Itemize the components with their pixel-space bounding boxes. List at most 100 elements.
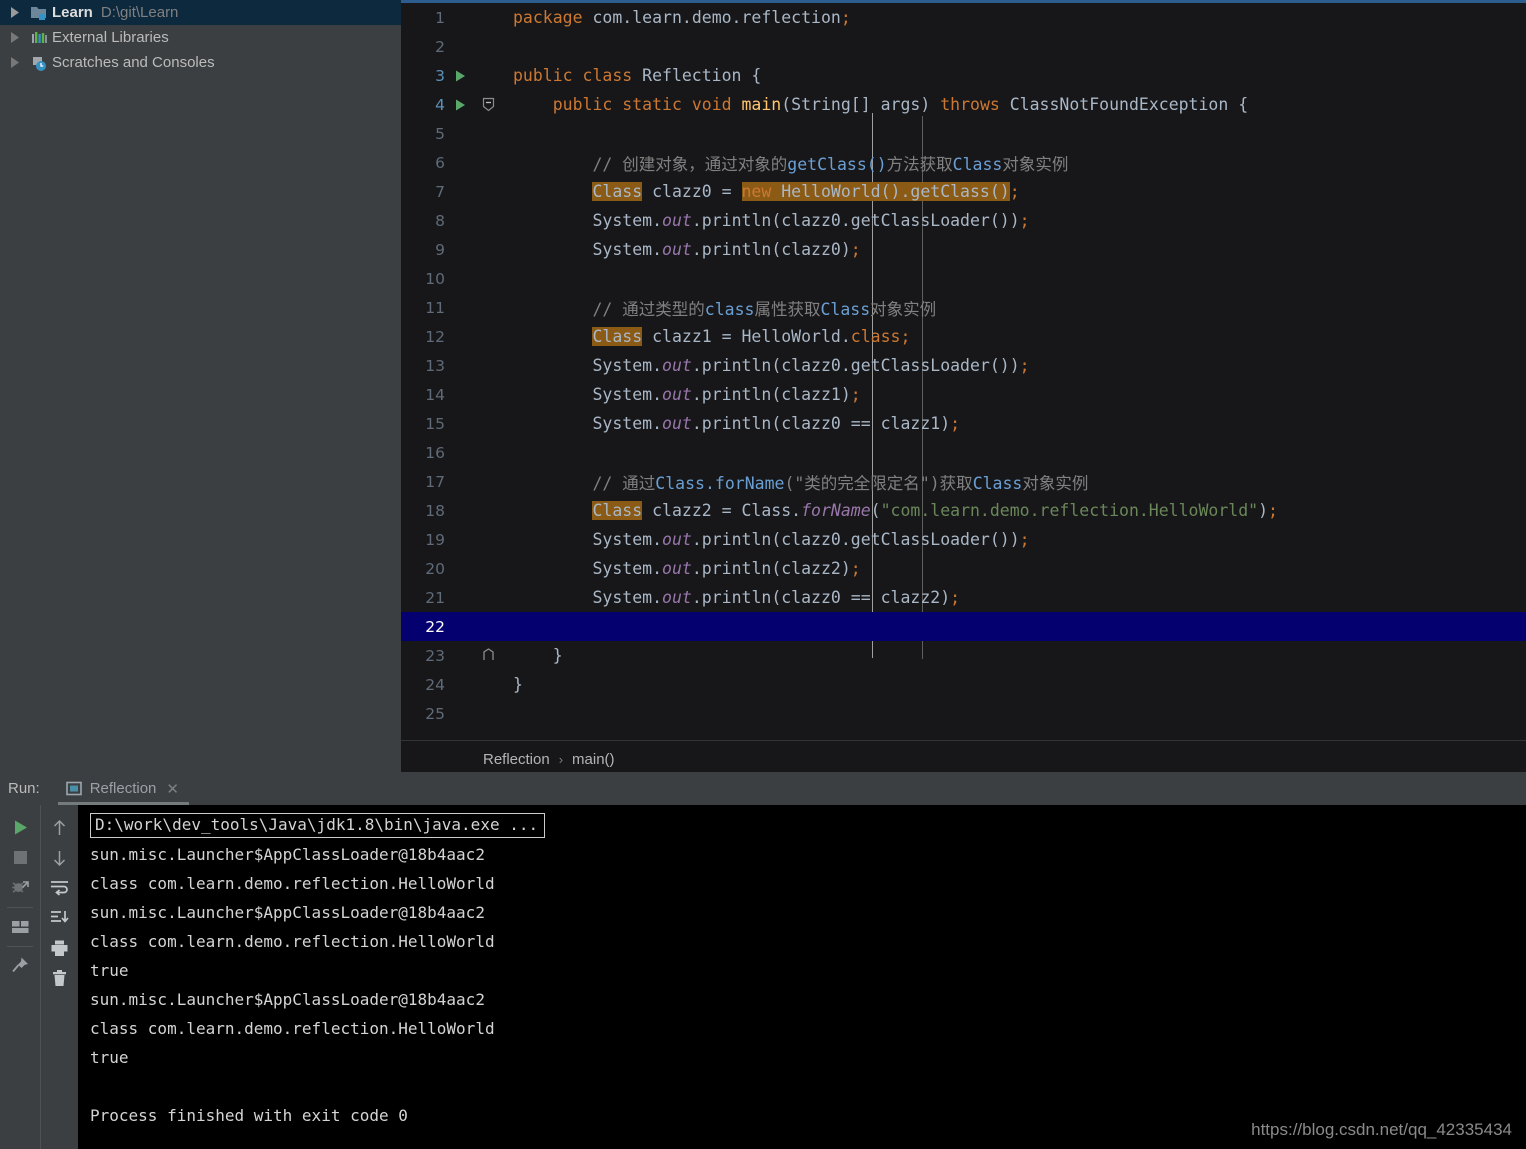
line-number: 23 bbox=[425, 646, 445, 665]
line-number: 8 bbox=[435, 211, 445, 230]
scroll-to-end-button[interactable] bbox=[45, 903, 75, 932]
line-number: 10 bbox=[425, 269, 445, 288]
code-lines-container[interactable]: 1 package com.learn.demo.reflection; 2 3 pub… bbox=[401, 3, 1526, 719]
line-number: 3 bbox=[435, 66, 445, 85]
code-line[interactable]: 3 public class Reflection { bbox=[401, 61, 1526, 90]
code-text: } bbox=[552, 646, 563, 665]
code-line[interactable]: 19 System.out.println(clazz0.getClassLoa… bbox=[401, 525, 1526, 554]
line-number: 22 bbox=[425, 617, 445, 636]
code-text: Class clazz1 = HelloWorld.class; bbox=[592, 327, 911, 346]
code-line[interactable]: 15 System.out.println(clazz0 == clazz1); bbox=[401, 409, 1526, 438]
code-text: Class clazz2 = Class.forName("com.learn.… bbox=[592, 501, 1278, 520]
code-line[interactable]: 1 package com.learn.demo.reflection; bbox=[401, 3, 1526, 32]
expand-arrow-icon[interactable] bbox=[4, 57, 26, 68]
code-text: System.out.println(clazz0); bbox=[592, 240, 861, 259]
code-line[interactable]: 7 Class clazz0 = new HelloWorld().getCla… bbox=[401, 177, 1526, 206]
rerun-failed-button[interactable] bbox=[5, 873, 35, 902]
code-text: System.out.println(clazz0.getClassLoader… bbox=[592, 356, 1030, 375]
expand-arrow-icon[interactable] bbox=[4, 7, 26, 18]
code-line[interactable]: 14 System.out.println(clazz1); bbox=[401, 380, 1526, 409]
code-line[interactable]: 6 // 创建对象，通过对象的getClass()方法获取Class对象实例 bbox=[401, 148, 1526, 177]
tree-item-learn[interactable]: Learn D:\git\Learn bbox=[0, 0, 401, 25]
tree-item-scratches-label: Scratches and Consoles bbox=[52, 54, 215, 71]
code-line[interactable]: 20 System.out.println(clazz2); bbox=[401, 554, 1526, 583]
line-number: 19 bbox=[425, 530, 445, 549]
code-editor[interactable]: 1 package com.learn.demo.reflection; 2 3 pub… bbox=[401, 0, 1526, 740]
tree-item-external-libraries-label: External Libraries bbox=[52, 29, 169, 46]
line-number: 21 bbox=[425, 588, 445, 607]
layout-settings-button[interactable] bbox=[5, 912, 35, 941]
line-number: 24 bbox=[425, 675, 445, 694]
console-output-line: true bbox=[90, 1048, 129, 1067]
rerun-button[interactable] bbox=[5, 813, 35, 842]
code-text: System.out.println(clazz0.getClassLoader… bbox=[592, 211, 1030, 230]
code-line[interactable]: 12 Class clazz1 = HelloWorld.class; bbox=[401, 322, 1526, 351]
code-text: System.out.println(clazz0 == clazz2); bbox=[592, 588, 961, 607]
stop-button[interactable] bbox=[5, 843, 35, 872]
code-line[interactable]: 23 } bbox=[401, 641, 1526, 670]
idea-window: Learn D:\git\Learn External Libraries Sc… bbox=[0, 0, 1526, 1149]
console-output-line: class com.learn.demo.reflection.HelloWor… bbox=[90, 932, 495, 951]
tree-item-scratches-and-consoles[interactable]: Scratches and Consoles bbox=[0, 50, 401, 75]
breadcrumb-class[interactable]: Reflection bbox=[483, 751, 550, 768]
console-tab-icon bbox=[65, 781, 82, 796]
console-output-line: sun.misc.Launcher$AppClassLoader@18b4aac… bbox=[90, 990, 485, 1009]
tree-item-learn-path: D:\git\Learn bbox=[100, 4, 179, 21]
console-output[interactable]: D:\work\dev_tools\Java\jdk1.8\bin\java.e… bbox=[78, 805, 1526, 1149]
code-text: public static void main(String[] args) t… bbox=[552, 95, 1249, 114]
code-line[interactable]: 5 bbox=[401, 119, 1526, 148]
line-number: 4 bbox=[435, 95, 445, 114]
watermark: https://blog.csdn.net/qq_42335434 bbox=[1251, 1120, 1512, 1139]
code-line[interactable]: 2 bbox=[401, 32, 1526, 61]
code-text: System.out.println(clazz1); bbox=[592, 385, 861, 404]
run-toolbar-left bbox=[0, 805, 40, 1149]
line-number: 11 bbox=[425, 298, 445, 317]
code-line[interactable]: 25 bbox=[401, 699, 1526, 720]
run-label: Run: bbox=[8, 780, 40, 797]
code-line[interactable]: 13 System.out.println(clazz0.getClassLoa… bbox=[401, 351, 1526, 380]
close-icon[interactable]: ✕ bbox=[166, 780, 179, 798]
line-number: 7 bbox=[435, 182, 445, 201]
fold-toggle-icon[interactable] bbox=[471, 648, 506, 663]
print-button[interactable] bbox=[45, 933, 75, 962]
fold-toggle-icon[interactable] bbox=[471, 97, 506, 112]
code-line[interactable]: 4 public static void main(String[] args)… bbox=[401, 90, 1526, 119]
console-command-line: D:\work\dev_tools\Java\jdk1.8\bin\java.e… bbox=[78, 811, 1526, 840]
code-line[interactable]: 21 System.out.println(clazz0 == clazz2); bbox=[401, 583, 1526, 612]
line-number: 2 bbox=[435, 37, 445, 56]
run-toolbar-right bbox=[40, 805, 78, 1149]
project-tree-panel: Learn D:\git\Learn External Libraries Sc… bbox=[0, 0, 401, 740]
code-line[interactable]: 17 // 通过Class.forName("类的完全限定名")获取Class对… bbox=[401, 467, 1526, 496]
run-tab-reflection[interactable]: Reflection ✕ bbox=[57, 772, 189, 805]
down-stacktrace-button[interactable] bbox=[45, 843, 75, 872]
module-folder-icon bbox=[26, 5, 52, 21]
code-line[interactable]: 10 bbox=[401, 264, 1526, 293]
code-line[interactable]: 24} bbox=[401, 670, 1526, 699]
code-line[interactable]: 16 bbox=[401, 438, 1526, 467]
soft-wrap-button[interactable] bbox=[45, 873, 75, 902]
code-text: package com.learn.demo.reflection; bbox=[513, 8, 851, 27]
code-text: public class Reflection { bbox=[513, 66, 762, 85]
tree-item-external-libraries[interactable]: External Libraries bbox=[0, 25, 401, 50]
code-line[interactable]: 22 bbox=[401, 612, 1526, 641]
run-gutter-icon[interactable] bbox=[449, 70, 471, 82]
code-line[interactable]: 11 // 通过类型的class属性获取Class对象实例 bbox=[401, 293, 1526, 322]
line-number: 1 bbox=[435, 8, 445, 27]
expand-arrow-icon[interactable] bbox=[4, 32, 26, 43]
run-gutter-icon[interactable] bbox=[449, 99, 471, 111]
console-output-line: sun.misc.Launcher$AppClassLoader@18b4aac… bbox=[90, 845, 485, 864]
toolbar-divider bbox=[7, 946, 33, 947]
code-line[interactable]: 8 System.out.println(clazz0.getClassLoad… bbox=[401, 206, 1526, 235]
code-line[interactable]: 9 System.out.println(clazz0); bbox=[401, 235, 1526, 264]
code-text: System.out.println(clazz0.getClassLoader… bbox=[592, 530, 1030, 549]
up-stacktrace-button[interactable] bbox=[45, 813, 75, 842]
pin-tab-button[interactable] bbox=[5, 951, 35, 980]
breadcrumb-method[interactable]: main() bbox=[572, 751, 615, 768]
code-text: // 创建对象，通过对象的getClass()方法获取Class对象实例 bbox=[592, 154, 1069, 174]
code-text: System.out.println(clazz2); bbox=[592, 559, 861, 578]
line-number: 20 bbox=[425, 559, 445, 578]
line-number: 25 bbox=[425, 704, 445, 720]
code-line[interactable]: 18 Class clazz2 = Class.forName("com.lea… bbox=[401, 496, 1526, 525]
clear-all-button[interactable] bbox=[45, 963, 75, 992]
